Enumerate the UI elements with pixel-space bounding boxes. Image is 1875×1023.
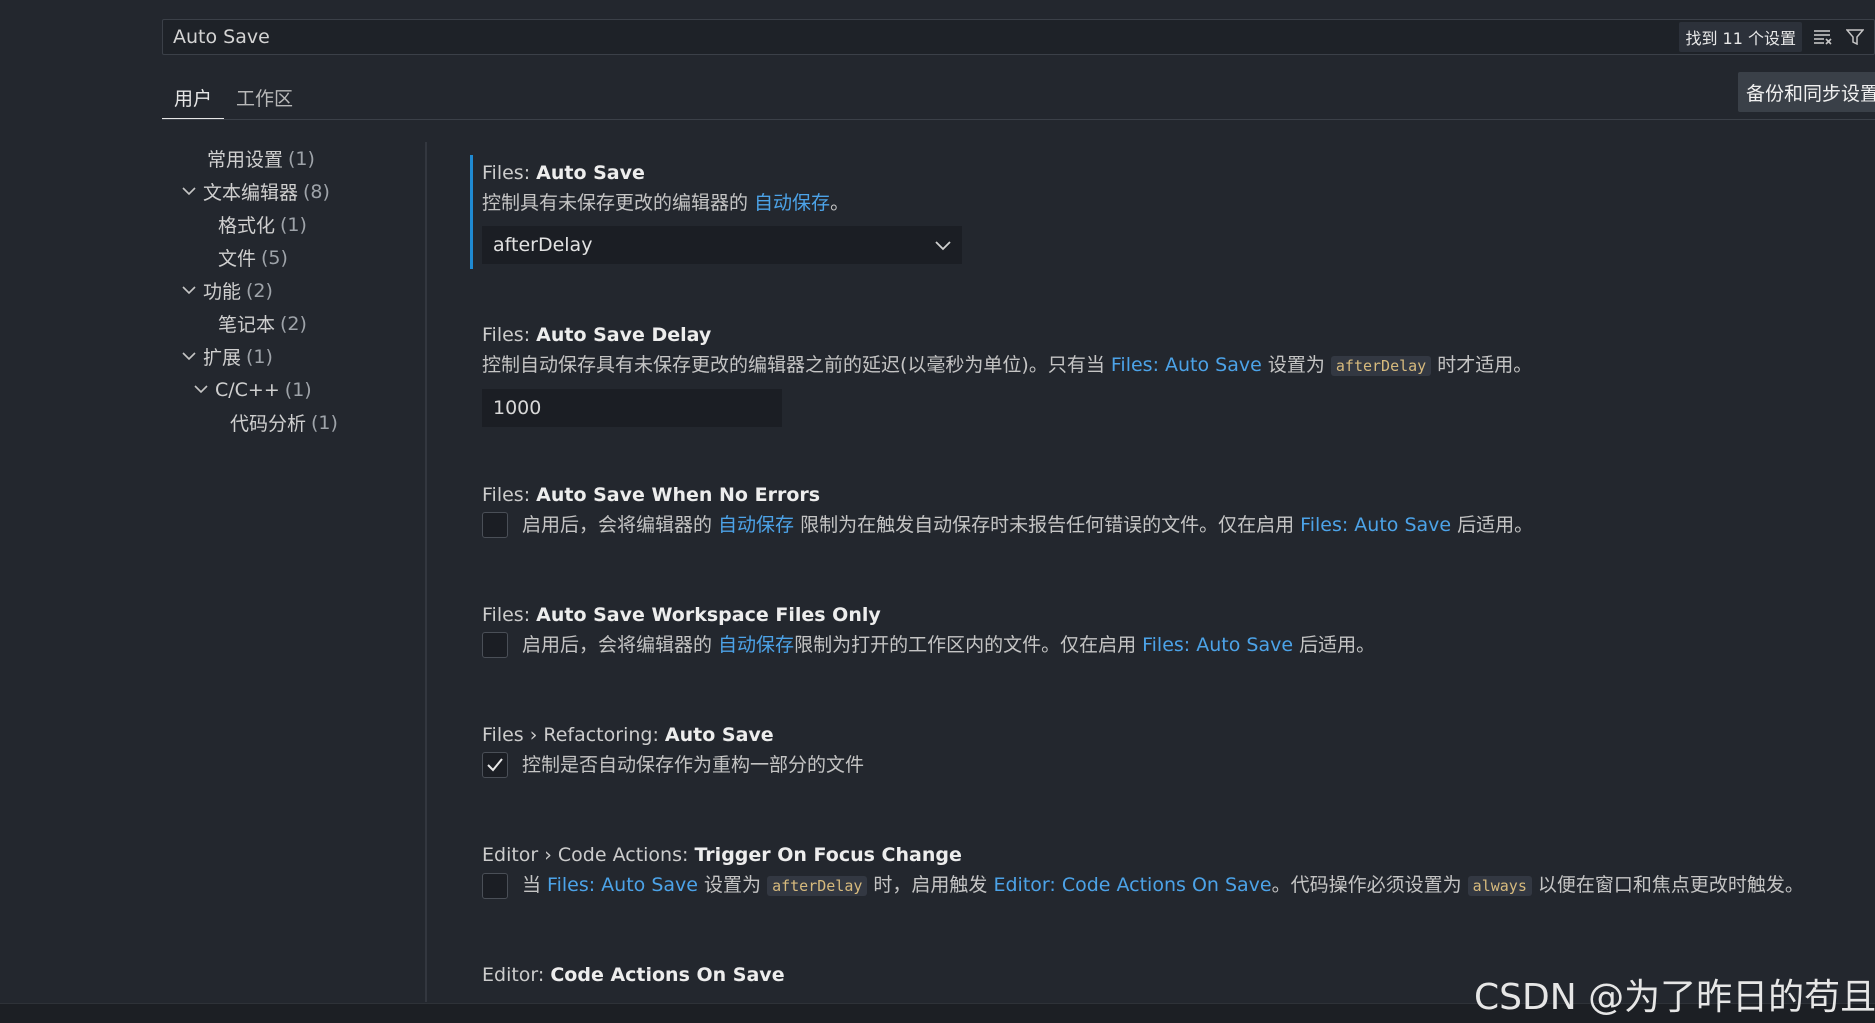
- setting-title: Files: Auto Save Workspace Files Only: [482, 604, 881, 626]
- settings-editor: 找到 11 个设置 用户 工作区 备份和同步设置 常用设置(1) 文本编辑器(8…: [0, 0, 1875, 1023]
- toc-item-files[interactable]: 文件 (5): [162, 241, 422, 274]
- filter-icon[interactable]: [1842, 24, 1868, 50]
- toc-item-label: 代码分析: [230, 413, 307, 435]
- toc-item-formatting[interactable]: 格式化 (1): [162, 208, 422, 241]
- toc-item-label: 功能: [203, 281, 242, 303]
- files-auto-save-link[interactable]: Files: Auto Save: [1111, 354, 1262, 376]
- tabs-divider: [162, 119, 1875, 120]
- chevron-down-icon[interactable]: [181, 184, 197, 200]
- backup-sync-button[interactable]: 备份和同步设置: [1738, 72, 1875, 112]
- setting-files-auto-save: Files: Auto Save 控制具有未保存更改的编辑器的 自动保存。 af…: [470, 155, 1862, 320]
- auto-save-select-value: afterDelay: [493, 234, 593, 256]
- setting-title: Files › Refactoring: Auto Save: [482, 724, 774, 746]
- auto-save-link[interactable]: 自动保存: [754, 192, 830, 214]
- chevron-down-icon: [935, 234, 951, 256]
- setting-description: 启用后，会将编辑器的 自动保存限制为打开的工作区内的文件。仅在启用 Files:…: [522, 634, 1376, 656]
- focus-change-checkbox[interactable]: [482, 872, 508, 899]
- toc-item-label: C/C++: [215, 378, 280, 401]
- setting-title: Editor › Code Actions: Trigger On Focus …: [482, 844, 962, 866]
- settings-toc: 常用设置 (1) 文本编辑器 (8) 格式化 (1) 文件 (5) 功能 (2) 笔记本(…: [162, 142, 422, 439]
- code-actions-on-save-link[interactable]: Editor: Code Actions On Save: [993, 874, 1271, 896]
- toc-item-notebook[interactable]: 笔记本 (2): [162, 307, 422, 340]
- setting-title: Files: Auto Save When No Errors: [482, 484, 821, 506]
- toc-item-label: 文本编辑器: [203, 182, 299, 204]
- settings-search-box[interactable]: 找到 11 个设置: [162, 19, 1875, 55]
- settings-scope-tabs: 用户 工作区: [162, 80, 305, 120]
- toc-item-extensions[interactable]: 扩展 (1): [162, 340, 422, 373]
- toc-item-cpp[interactable]: C/C++ (1): [162, 373, 422, 406]
- code-value: afterDelay: [767, 876, 868, 896]
- toc-item-label: 文件: [218, 248, 257, 270]
- auto-save-link[interactable]: 自动保存: [718, 514, 794, 536]
- toc-item-label: 常用设置: [207, 149, 284, 171]
- setting-description: 启用后，会将编辑器的 自动保存 限制为在触发自动保存时未报告任何错误的文件。仅在…: [522, 514, 1534, 536]
- refactoring-checkbox[interactable]: [482, 752, 508, 778]
- code-value: afterDelay: [1330, 356, 1432, 376]
- chevron-down-icon[interactable]: [181, 283, 197, 299]
- setting-title: Files: Auto Save: [482, 162, 645, 184]
- setting-description: 当 Files: Auto Save 设置为 afterDelay 时，启用触发…: [522, 874, 1804, 896]
- watermark: CSDN @为了昨日的苟且: [1474, 977, 1875, 1018]
- search-input[interactable]: [163, 20, 1680, 54]
- chevron-down-icon[interactable]: [181, 349, 197, 365]
- setting-description: 控制是否自动保存作为重构一部分的文件: [522, 754, 865, 776]
- checkmark-icon: [487, 758, 503, 772]
- toc-item-label: 格式化: [218, 215, 276, 237]
- toc-item-code-analysis[interactable]: 代码分析 (1): [162, 406, 422, 439]
- chevron-down-icon[interactable]: [193, 382, 209, 398]
- search-result-count: 找到 11 个设置: [1679, 22, 1802, 52]
- setting-description: 控制自动保存具有未保存更改的编辑器之前的延迟(以毫秒为单位)。只有当 Files…: [482, 354, 1533, 376]
- files-auto-save-link[interactable]: Files: Auto Save: [1142, 634, 1293, 656]
- files-auto-save-link[interactable]: Files: Auto Save: [547, 874, 698, 896]
- setting-auto-save-when-no-errors: Files: Auto Save When No Errors 启用后，会将编辑…: [482, 480, 1862, 600]
- setting-title: Files: Auto Save Delay: [482, 324, 712, 346]
- tab-user[interactable]: 用户: [162, 80, 225, 120]
- no-errors-checkbox[interactable]: [482, 512, 508, 538]
- toc-item-common[interactable]: 常用设置 (1): [162, 142, 422, 175]
- toc-divider: [425, 142, 427, 1002]
- auto-save-select[interactable]: afterDelay: [482, 226, 962, 264]
- toc-item-text-editor[interactable]: 文本编辑器 (8): [162, 175, 422, 208]
- settings-list: Files: Auto Save 控制具有未保存更改的编辑器的 自动保存。 af…: [470, 155, 1862, 1000]
- code-value: always: [1467, 876, 1532, 896]
- clear-filter-icon[interactable]: [1810, 24, 1836, 50]
- setting-description: 控制具有未保存更改的编辑器的 自动保存。: [482, 192, 850, 214]
- auto-save-link[interactable]: 自动保存: [718, 634, 794, 656]
- setting-files-auto-save-delay: Files: Auto Save Delay 控制自动保存具有未保存更改的编辑器…: [482, 320, 1862, 480]
- files-auto-save-link[interactable]: Files: Auto Save: [1300, 514, 1451, 536]
- setting-refactoring-auto-save: Files › Refactoring: Auto Save 控制是否自动保存作…: [482, 720, 1862, 840]
- auto-save-delay-input[interactable]: [482, 389, 782, 427]
- toc-item-features[interactable]: 功能 (2): [162, 274, 422, 307]
- toc-item-label: 笔记本: [218, 314, 276, 336]
- toc-item-label: 扩展: [203, 347, 242, 369]
- setting-auto-save-workspace-files-only: Files: Auto Save Workspace Files Only 启用…: [482, 600, 1862, 720]
- workspace-only-checkbox[interactable]: [482, 632, 508, 658]
- tab-workspace[interactable]: 工作区: [224, 80, 305, 120]
- setting-trigger-on-focus-change: Editor › Code Actions: Trigger On Focus …: [482, 840, 1862, 960]
